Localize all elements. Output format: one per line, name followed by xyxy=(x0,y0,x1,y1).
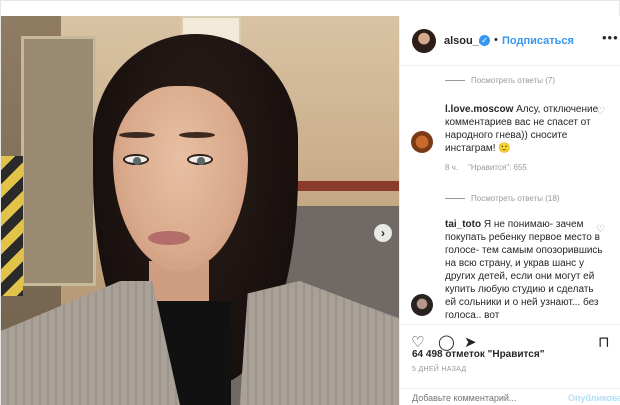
comment-body: Я не понимаю- зачем покупать ребенку пер… xyxy=(445,219,603,321)
comment-avatar[interactable] xyxy=(411,131,433,153)
comment-meta: 8 ч. "Нравится": 655 xyxy=(445,163,537,172)
post-age: 5 ДНЕЙ НАЗАД xyxy=(412,366,467,373)
comment-like-icon[interactable]: ♡ xyxy=(596,224,605,235)
comment-avatar[interactable] xyxy=(411,294,433,316)
add-comment-bar: Опубликовать xyxy=(400,388,620,405)
more-options-icon[interactable]: ••• xyxy=(602,30,619,45)
follow-button[interactable]: Подписаться xyxy=(502,35,574,47)
photo-lips xyxy=(148,231,190,245)
next-photo-icon[interactable]: › xyxy=(374,224,392,242)
photo-door xyxy=(21,36,96,286)
photo-left-brow xyxy=(119,132,155,138)
comment-username[interactable]: tai_toto xyxy=(445,219,481,230)
verified-badge-icon: ✓ xyxy=(479,35,490,46)
bookmark-icon[interactable]: ⊓ xyxy=(598,333,610,351)
comment-time: 8 ч. xyxy=(445,163,459,172)
photo-right-eye xyxy=(187,154,213,165)
photo-right-brow xyxy=(179,132,215,138)
comment-like-icon[interactable]: ♡ xyxy=(596,106,605,117)
view-replies-label: Посмотреть ответы (7) xyxy=(471,76,556,85)
post-photo[interactable]: › xyxy=(1,16,399,405)
comment-likes-count[interactable]: "Нравится": 655 xyxy=(468,163,527,172)
avatar[interactable] xyxy=(412,29,436,53)
view-replies-button[interactable]: Посмотреть ответы (18) xyxy=(445,194,559,203)
comment-item: tai_toto Я не понимаю- зачем покупать ре… xyxy=(445,218,603,322)
instagram-post-modal: › alsou_a ✓ • Подписаться ••• Посмотреть… xyxy=(0,0,620,405)
comment-input[interactable] xyxy=(412,393,562,403)
post-header: alsou_a ✓ • Подписаться ••• xyxy=(400,16,620,66)
view-replies-button[interactable]: Посмотреть ответы (7) xyxy=(445,76,555,85)
likes-count[interactable]: 64 498 отметок "Нравится" xyxy=(412,349,544,360)
photo-left-eye xyxy=(123,154,149,165)
publish-button[interactable]: Опубликовать xyxy=(568,393,620,403)
comments-list[interactable]: Посмотреть ответы (7) l.love.moscow Алсу… xyxy=(400,66,620,324)
comment-item: l.love.moscow Алсу, отключение комментар… xyxy=(445,103,603,155)
photo-warning-stripe xyxy=(1,156,23,296)
replies-line xyxy=(445,198,465,200)
comment-username[interactable]: l.love.moscow xyxy=(445,104,513,115)
post-sidebar: alsou_a ✓ • Подписаться ••• Посмотреть о… xyxy=(399,16,620,405)
view-replies-label: Посмотреть ответы (18) xyxy=(471,194,560,203)
replies-line xyxy=(445,80,465,82)
separator-dot: • xyxy=(494,34,498,46)
